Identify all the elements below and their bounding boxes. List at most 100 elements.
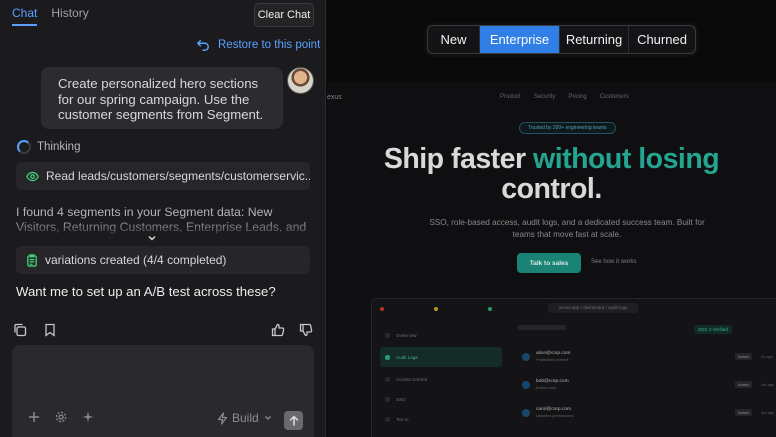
segment-new[interactable]: New (428, 26, 480, 53)
role-tag: Admin (735, 381, 753, 388)
segment-returning[interactable]: Returning (560, 26, 629, 53)
activity-list: alice@corp.com Published content Admin 2s… (516, 343, 776, 427)
thumbs-up-icon[interactable] (271, 323, 285, 337)
variations-label: variations created (4/4 completed) (45, 253, 227, 267)
row-email: carol@corp.com (536, 407, 571, 412)
mock-sidebar-item: Access Control (380, 369, 502, 389)
gear-icon[interactable] (53, 409, 69, 425)
mock-sidebar-label: SSO (396, 396, 406, 402)
tab-history[interactable]: History (51, 6, 88, 26)
address-bar: nexus.app / dashboard / audit logs (548, 303, 638, 313)
site-nav-link[interactable]: Customers (600, 94, 629, 100)
eye-icon (26, 171, 39, 181)
user-avatar (522, 409, 530, 417)
thinking-indicator[interactable]: Thinking (17, 140, 80, 154)
window-dot (434, 307, 438, 311)
app-mockup: nexus.app / dashboard / audit logs Overv… (371, 298, 776, 437)
row-detail: Updated permissions (536, 413, 574, 418)
mock-sidebar-icon (385, 332, 390, 338)
mock-sidebar-icon (385, 416, 390, 422)
build-mode-select[interactable]: Build (217, 411, 273, 425)
thinking-label: Thinking (37, 141, 81, 153)
user-message: Create personalized hero sections for ou… (41, 67, 283, 129)
mock-sidebar-item: Tea m (380, 409, 502, 429)
user-avatar (522, 381, 530, 389)
mock-sidebar-icon (385, 376, 390, 382)
chat-tabs: Chat History (12, 6, 89, 26)
sparkle-icon[interactable] (80, 409, 96, 425)
clear-chat-button[interactable]: Clear Chat (254, 3, 314, 27)
talk-to-sales-button[interactable]: Talk to sales (517, 253, 581, 273)
restore-label: Restore to this point (218, 39, 321, 51)
site-nav-link[interactable]: Pricing (568, 94, 586, 100)
site-nav-links: Product Security Pricing Customers (500, 94, 629, 100)
build-label: Build (232, 411, 259, 425)
segment-enterprise[interactable]: Enterprise (480, 26, 560, 53)
row-time: 2s ago (761, 354, 774, 359)
hero-title-end: control. (501, 173, 602, 205)
row-detail: Published content (536, 357, 568, 362)
variations-step[interactable]: variations created (4/4 completed) (16, 246, 310, 274)
chat-input[interactable] (22, 353, 302, 403)
role-tag: Admin (735, 409, 753, 416)
arrow-up-icon (289, 415, 298, 426)
row-detail: Invited user (536, 385, 557, 390)
hero-title-plain: Ship faster (383, 143, 534, 175)
mock-sidebar-item: Audit Logs (380, 347, 502, 367)
mock-sidebar-label: Overv iew (396, 332, 417, 338)
row-text: bob@corp.com Invited user (536, 379, 569, 391)
site-logo: exus (327, 94, 342, 101)
site-nav-link[interactable]: Security (534, 94, 556, 100)
send-button[interactable] (284, 411, 303, 430)
hero-title: Ship faster without losing control. (327, 144, 776, 204)
segment-switcher: New Enterprise Returning Churned (427, 25, 696, 54)
table-row: bob@corp.com Invited user Admin 1m ago (516, 371, 776, 399)
hero-title-accent: without losing (533, 143, 720, 175)
read-file-label: Read leads/customers/segments/customerse… (46, 169, 310, 183)
mock-sidebar-icon (385, 354, 390, 360)
user-avatar (522, 353, 530, 361)
avatar (287, 67, 314, 94)
trust-badge: Trusted by 200+ engineering teams (519, 122, 616, 134)
row-time: 1m ago (761, 382, 775, 387)
window-dots (380, 307, 492, 311)
window-dot (380, 307, 384, 311)
plus-icon[interactable] (26, 409, 42, 425)
chat-input-area: Build (12, 345, 314, 437)
mock-sidebar-item: SSO (380, 389, 502, 409)
undo-arrow-icon (197, 39, 209, 51)
mock-sidebar-label: Tea m (396, 416, 409, 422)
assistant-summary: I found 4 segments in your Segment data:… (16, 205, 312, 239)
preview-panel: New Enterprise Returning Churned exus Pr… (327, 0, 776, 437)
segment-churned[interactable]: Churned (629, 26, 695, 53)
mock-sidebar-label: Audit Logs (396, 354, 418, 360)
row-text: alice@corp.com Published content (536, 351, 570, 363)
see-how-link[interactable]: See how it works (591, 259, 636, 265)
row-email: bob@corp.com (536, 379, 569, 384)
thumbs-down-icon[interactable] (299, 323, 313, 337)
mock-sidebar-label: Access Control (396, 376, 427, 382)
row-text: carol@corp.com Updated permissions (536, 407, 574, 419)
assistant-question: Want me to set up an A/B test across the… (16, 284, 276, 299)
table-row: alice@corp.com Published content Admin 2s… (516, 343, 776, 371)
mock-sidebar-icon (385, 396, 390, 402)
bookmark-icon[interactable] (43, 323, 57, 337)
read-file-step[interactable]: Read leads/customers/segments/customerse… (16, 162, 310, 190)
table-row: carol@corp.com Updated permissions Admin … (516, 399, 776, 427)
soc-badge: SOC 2 Verified (694, 325, 732, 334)
site-nav-link[interactable]: Product (500, 94, 521, 100)
message-actions (13, 323, 57, 337)
row-time: 4m ago (761, 410, 775, 415)
lightning-icon (217, 411, 228, 425)
chevron-down-icon[interactable] (146, 232, 158, 244)
chat-panel: Chat History Clear Chat Restore to this … (0, 0, 326, 437)
input-tools (26, 409, 96, 425)
copy-icon[interactable] (13, 323, 27, 337)
feedback-actions (271, 323, 313, 337)
landing-page-preview: exus Product Security Pricing Customers … (327, 82, 776, 437)
role-tag: Admin (735, 353, 753, 360)
chevron-down-icon (264, 416, 271, 420)
tab-chat[interactable]: Chat (12, 6, 38, 26)
summary-fade (16, 200, 312, 210)
restore-link[interactable]: Restore to this point (196, 38, 320, 52)
